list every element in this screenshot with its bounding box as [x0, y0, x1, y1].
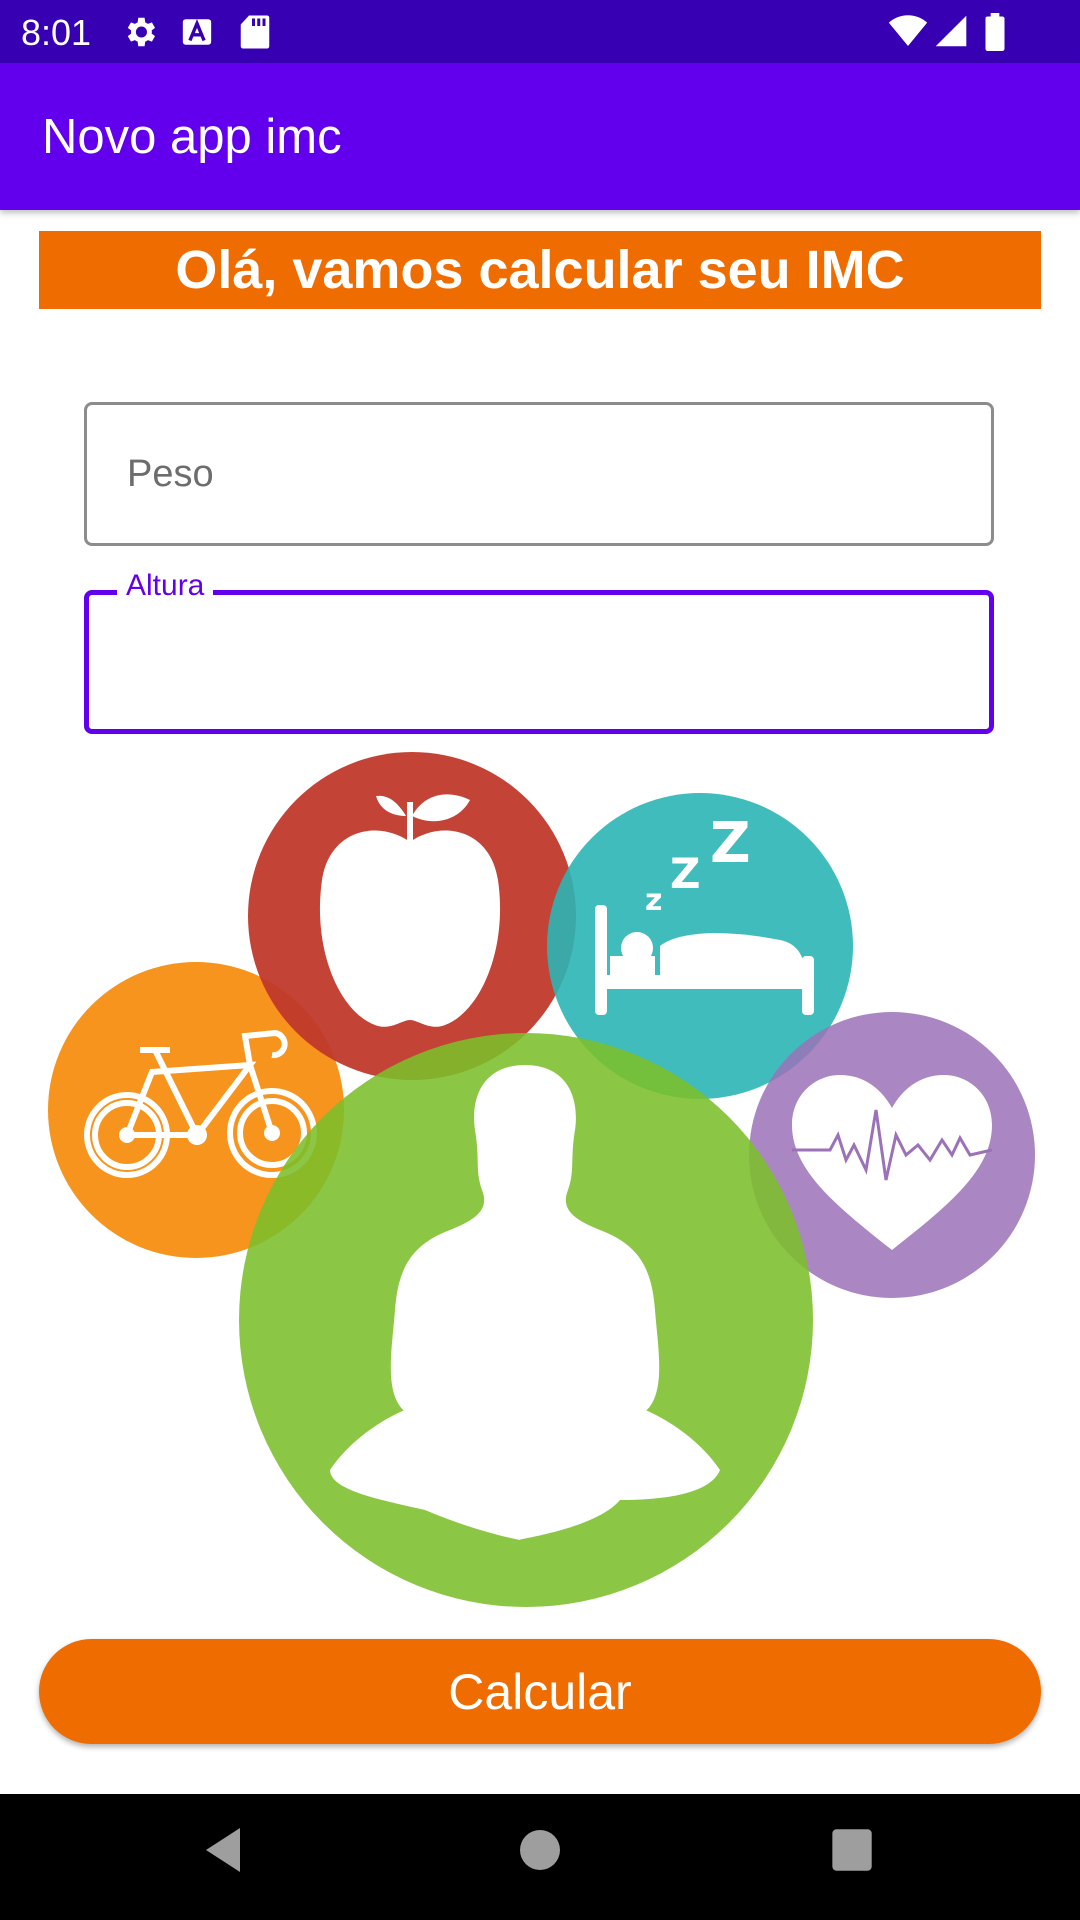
- svg-text:Z: Z: [670, 849, 700, 898]
- navigation-bar: [0, 1794, 1080, 1920]
- height-input[interactable]: [89, 595, 989, 729]
- weight-input[interactable]: [87, 405, 991, 543]
- battery-icon: [984, 13, 1006, 56]
- wifi-icon: [888, 13, 928, 54]
- calculate-button[interactable]: Calcular: [39, 1639, 1041, 1744]
- cellular-signal-icon: [934, 13, 968, 54]
- meditation-person-icon: [239, 1033, 813, 1607]
- back-icon[interactable]: [200, 1821, 248, 1884]
- recents-icon[interactable]: [828, 1821, 874, 1884]
- weight-field[interactable]: [84, 402, 994, 546]
- home-icon[interactable]: [518, 1821, 562, 1884]
- svg-text:Z: Z: [710, 811, 751, 876]
- height-field[interactable]: Altura: [84, 569, 994, 734]
- greeting-banner: Olá, vamos calcular seu IMC: [39, 231, 1041, 309]
- app-title: Novo app imc: [42, 110, 342, 164]
- apple-icon: [248, 752, 576, 1080]
- gear-icon: [121, 13, 159, 56]
- svg-text:z: z: [645, 883, 662, 918]
- status-time: 8:01: [21, 12, 92, 53]
- status-bar: 8:01: [0, 0, 1080, 63]
- sd-card-icon: [240, 13, 270, 56]
- app-bar: Novo app imc: [0, 63, 1080, 210]
- health-illustration: z Z Z: [40, 750, 1040, 1625]
- font-a-icon: [180, 13, 214, 56]
